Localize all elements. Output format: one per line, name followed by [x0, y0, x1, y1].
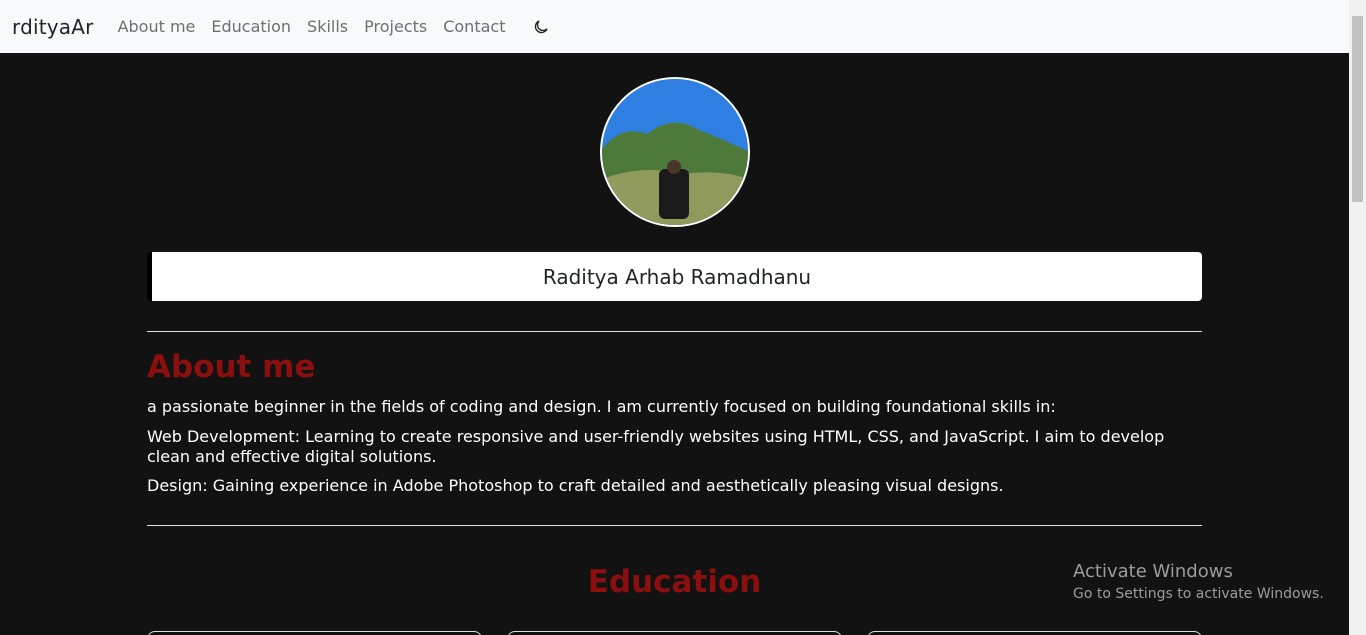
divider: [147, 331, 1202, 332]
divider: [147, 525, 1202, 526]
brand-logo[interactable]: rdityaAr: [12, 15, 94, 39]
watermark-title: Activate Windows: [1073, 561, 1233, 582]
name-card: Raditya Arhab Ramadhanu: [147, 252, 1202, 301]
navbar: rdityaAr About me Education Skills Proje…: [0, 0, 1349, 53]
nav-link-about[interactable]: About me: [118, 17, 196, 36]
education-card: [867, 631, 1202, 635]
watermark-subtitle: Go to Settings to activate Windows.: [1073, 586, 1324, 602]
nav-link-education[interactable]: Education: [211, 17, 291, 36]
profile-avatar: [600, 77, 750, 227]
windows-activation-watermark: Activate Windows Go to Settings to activ…: [1073, 561, 1324, 602]
moon-icon[interactable]: [531, 17, 551, 37]
education-card: [507, 631, 842, 635]
nav-link-projects[interactable]: Projects: [364, 17, 427, 36]
profile-name: Raditya Arhab Ramadhanu: [542, 264, 812, 289]
education-card: [147, 631, 482, 635]
scrollbar[interactable]: [1349, 0, 1366, 635]
about-title: About me: [147, 349, 316, 385]
nav-link-skills[interactable]: Skills: [307, 17, 348, 36]
about-paragraph: Design: Gaining experience in Adobe Phot…: [147, 476, 1004, 495]
main-content: Raditya Arhab Ramadhanu About me a passi…: [0, 53, 1349, 635]
nav-link-contact[interactable]: Contact: [443, 17, 505, 36]
scrollbar-thumb[interactable]: [1352, 16, 1363, 202]
about-paragraph: Web Development: Learning to create resp…: [147, 427, 1165, 466]
about-paragraph: a passionate beginner in the fields of c…: [147, 397, 1056, 416]
